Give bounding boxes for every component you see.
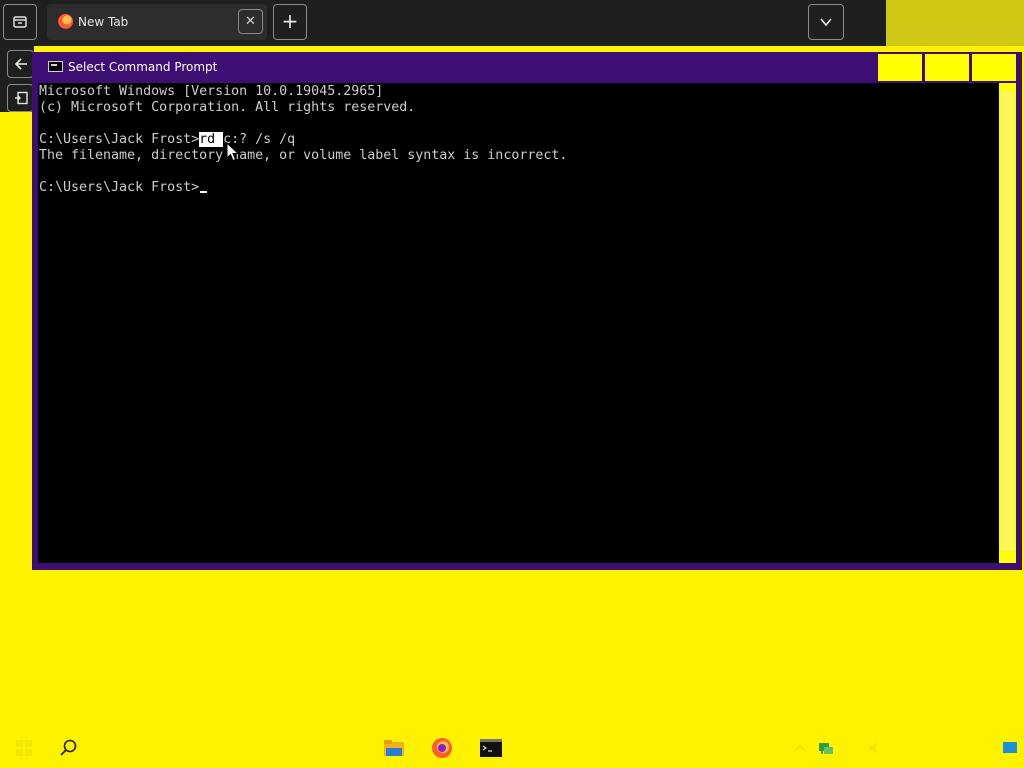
new-tab-button[interactable]: + xyxy=(273,4,307,40)
text-cursor xyxy=(200,191,208,193)
maximize-button[interactable] xyxy=(925,54,969,81)
chevron-up-icon xyxy=(794,744,806,752)
command-prompt-icon[interactable] xyxy=(48,61,63,72)
notification-button[interactable] xyxy=(996,728,1024,768)
close-button[interactable] xyxy=(972,54,1016,81)
firefox-icon xyxy=(58,14,73,29)
network-icon xyxy=(819,743,833,754)
show-hidden-icons-button[interactable] xyxy=(786,728,814,768)
tab-list-button[interactable] xyxy=(3,4,37,40)
command-prompt-taskbar-button[interactable] xyxy=(471,728,511,768)
command-prompt-icon xyxy=(480,739,502,757)
tab-title: New Tab xyxy=(78,15,129,29)
console-output[interactable]: Microsoft Windows [Version 10.0.19045.29… xyxy=(38,83,999,563)
current-prompt: C:\Users\Jack Frost> xyxy=(39,180,200,195)
windows-logo-icon xyxy=(16,740,32,756)
search-icon xyxy=(60,739,77,756)
back-arrow-icon xyxy=(14,58,27,70)
console-line-current[interactable]: C:\Users\Jack Frost> xyxy=(39,180,208,196)
tab-list-icon xyxy=(13,16,27,28)
window-title: Select Command Prompt xyxy=(68,60,218,74)
sidebar-icon xyxy=(14,91,28,105)
firefox-icon xyxy=(432,738,452,758)
taskbar xyxy=(0,728,1024,768)
start-button[interactable] xyxy=(4,728,44,768)
browser-tab-bar: New Tab ✕ + xyxy=(0,0,886,46)
console-line-version: Microsoft Windows [Version 10.0.19045.29… xyxy=(39,84,384,99)
vertical-scrollbar[interactable] xyxy=(999,83,1016,563)
volume-icon xyxy=(869,742,876,754)
network-button[interactable] xyxy=(812,728,840,768)
window-titlebar[interactable]: Select Command Prompt xyxy=(32,52,1022,82)
prompt-path: C:\Users\Jack Frost> xyxy=(39,132,200,147)
browser-tab[interactable]: New Tab ✕ xyxy=(47,4,267,40)
search-button[interactable] xyxy=(50,728,90,768)
command-prompt-window[interactable]: Select Command Prompt Microsoft Windows … xyxy=(32,52,1022,570)
list-all-tabs-button[interactable] xyxy=(808,4,844,40)
mouse-pointer-icon xyxy=(226,142,240,162)
tab-close-button[interactable]: ✕ xyxy=(238,9,263,34)
scrollbar-thumb[interactable] xyxy=(1001,91,1014,551)
file-explorer-button[interactable] xyxy=(374,728,414,768)
chevron-down-icon xyxy=(820,18,832,27)
browser-toolbar-edge xyxy=(886,0,1024,46)
minimize-button[interactable] xyxy=(878,54,922,81)
clock-button[interactable] xyxy=(900,728,990,768)
notification-icon xyxy=(1003,742,1017,753)
console-line-copyright: (c) Microsoft Corporation. All rights re… xyxy=(39,100,416,115)
volume-button[interactable] xyxy=(862,728,890,768)
firefox-button[interactable] xyxy=(422,728,462,768)
console-line-command: C:\Users\Jack Frost>rd c:? /s /q xyxy=(39,132,295,148)
file-explorer-icon xyxy=(384,740,404,756)
sidebar-button[interactable] xyxy=(7,84,34,112)
back-button[interactable] xyxy=(7,50,34,78)
console-line-error: The filename, directory name, or volume … xyxy=(39,148,568,163)
selected-text[interactable]: rd xyxy=(199,132,224,147)
